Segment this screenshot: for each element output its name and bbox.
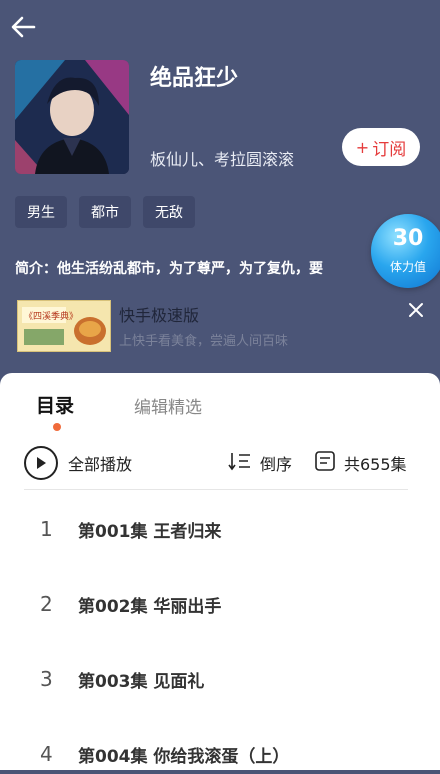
catalog-sheet: 目录 编辑精选 全部播放 倒序 共655集 1 第001集 王者归来 2 第00…	[0, 373, 440, 770]
subscribe-label: 订阅	[372, 139, 407, 160]
episode-row[interactable]: 2 第002集 华丽出手	[0, 584, 440, 624]
tab-editor-picks[interactable]: 编辑精选	[134, 393, 202, 418]
episode-number: 3	[40, 667, 53, 691]
book-authors: 板仙儿、考拉圆滚滚	[150, 150, 295, 169]
tag-invincible[interactable]: 无敌	[143, 196, 195, 228]
divider	[24, 489, 408, 490]
book-intro[interactable]: 简介：他生活纷乱都市，为了尊严，为了复仇，要	[15, 258, 385, 278]
back-arrow-icon[interactable]	[8, 12, 38, 42]
episode-count-label: 共655集	[344, 455, 407, 474]
close-icon[interactable]	[404, 298, 428, 322]
episode-title: 第001集 王者归来	[78, 521, 222, 542]
plus-icon: +	[355, 137, 370, 157]
tab-catalog[interactable]: 目录	[36, 391, 74, 418]
reverse-order-button[interactable]: 倒序	[228, 449, 292, 477]
active-tab-indicator	[53, 423, 61, 431]
episode-number: 1	[40, 517, 53, 541]
sort-icon	[228, 450, 252, 476]
reverse-order-label: 倒序	[260, 455, 293, 474]
subscribe-button[interactable]: + 订阅	[342, 128, 420, 166]
episode-number: 4	[40, 742, 53, 766]
episode-title: 第003集 见面礼	[78, 671, 205, 692]
tag-male[interactable]: 男生	[15, 196, 67, 228]
stamina-label: 体力值	[389, 260, 426, 274]
play-all-button[interactable]: 全部播放	[24, 445, 132, 481]
ad-thumbnail-image[interactable]: 《四溪季典》	[17, 300, 111, 352]
list-icon	[314, 450, 336, 476]
stamina-value: 30	[392, 226, 424, 251]
episode-row[interactable]: 1 第001集 王者归来	[0, 509, 440, 549]
book-cover-image[interactable]	[15, 60, 129, 174]
stamina-badge[interactable]: 30 体力值	[371, 214, 440, 288]
play-icon	[24, 446, 58, 480]
tag-list: 男生 都市 无敌	[15, 196, 195, 228]
book-title: 绝品狂少	[150, 66, 239, 91]
episode-title: 第002集 华丽出手	[78, 596, 222, 617]
play-all-label: 全部播放	[68, 455, 133, 474]
book-header: 绝品狂少 板仙儿、考拉圆滚滚 + 订阅 男生 都市 无敌 简介：他生活纷乱都市，…	[0, 0, 440, 400]
episode-number: 2	[40, 592, 53, 616]
tag-urban[interactable]: 都市	[79, 196, 131, 228]
episode-count[interactable]: 共655集	[314, 449, 407, 477]
ad-subtitle: 上快手看美食，尝遍人间百味	[119, 334, 289, 349]
ad-banner[interactable]: 《四溪季典》 快手极速版 上快手看美食，尝遍人间百味	[0, 292, 440, 360]
episode-title: 第004集 你给我滚蛋（上）	[78, 746, 290, 767]
episode-row[interactable]: 3 第003集 见面礼	[0, 659, 440, 699]
ad-title: 快手极速版	[119, 306, 200, 325]
episode-row[interactable]: 4 第004集 你给我滚蛋（上）	[0, 734, 440, 774]
ad-thumb-text: 《四溪季典》	[24, 310, 78, 322]
